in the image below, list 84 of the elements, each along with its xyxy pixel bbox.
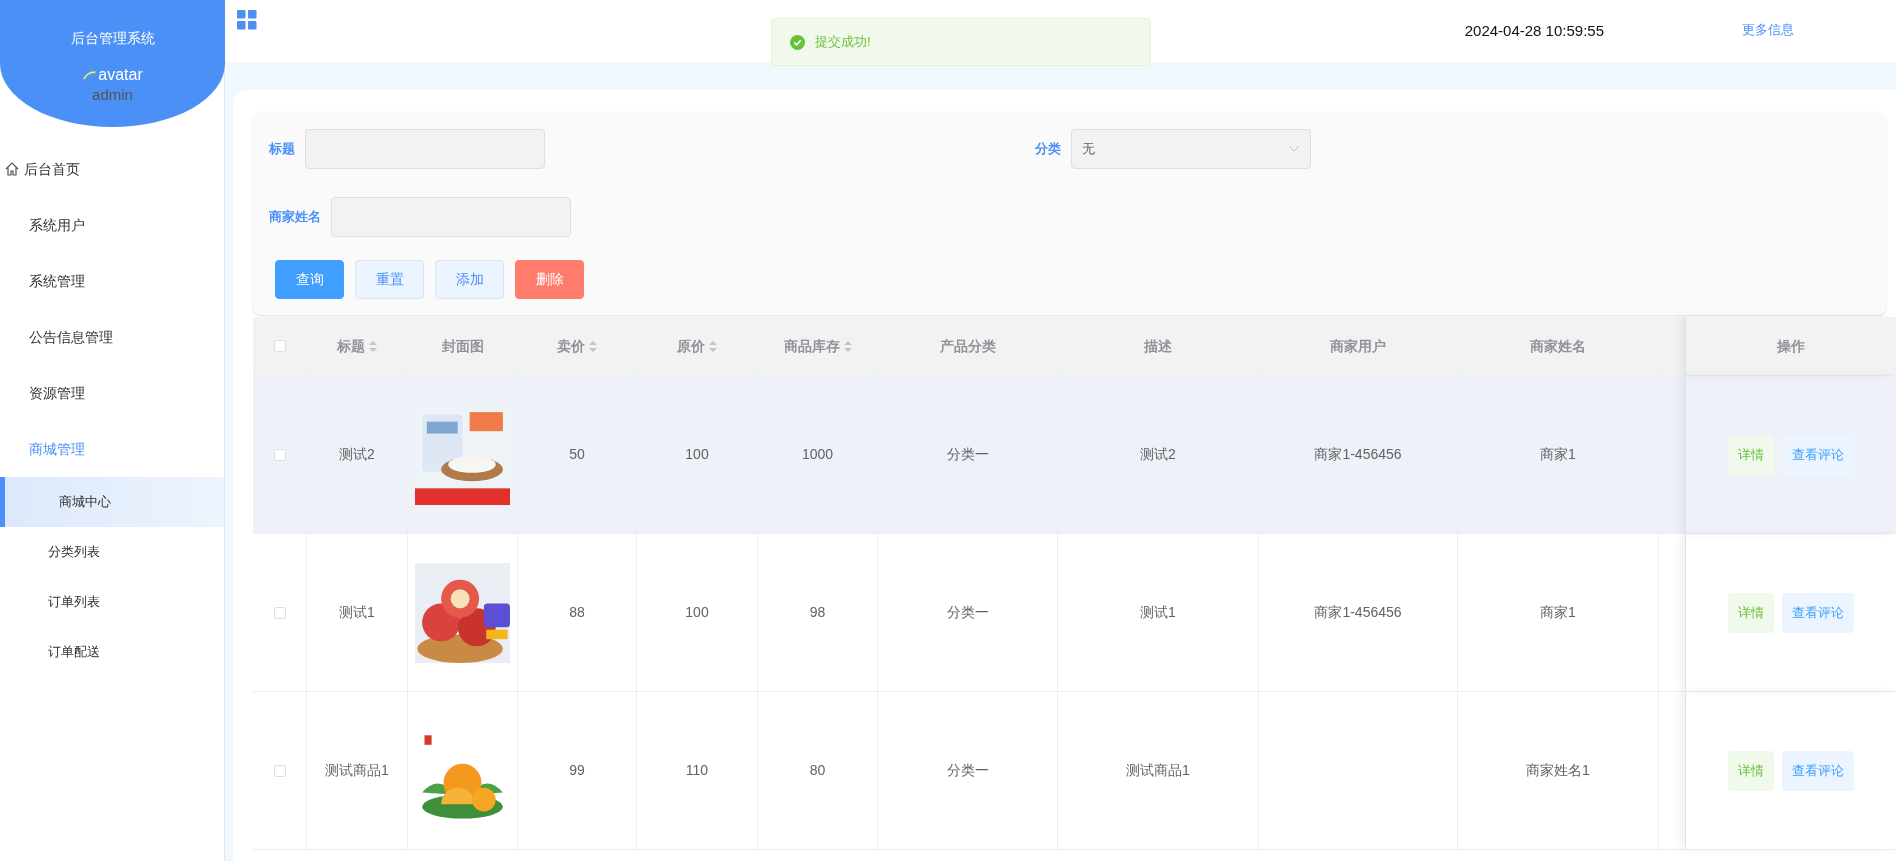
table-cell-text: 1000 [801,445,834,464]
filter-button[interactable]: 删除 [515,260,584,299]
column-header-label: 操作 [1776,336,1805,356]
table-cell-text: 分类一 [946,445,989,464]
checkbox[interactable] [273,448,286,461]
datetime: 2024-04-28 10:59:55 [1464,21,1604,41]
column-header[interactable]: 标题 [307,317,408,375]
column-header-label: 商家用户 [1330,336,1386,356]
table-row[interactable]: 测试2 50 100 1000 分类一 测试2 商家1-456456 商家1 详情 查看评论 [253,376,1896,534]
table-cell-text: 88 [569,603,585,622]
table-cell-text: 商家姓名1 [1526,761,1590,780]
table-cell-text: 99 [569,761,585,780]
table-row[interactable]: 测试1 88 100 98 分类一 测试1 商家1-456456 商家1 详情 查看评论 [253,534,1896,692]
table-cell-text: 98 [809,603,826,622]
details-button[interactable]: 详情 [1728,750,1774,791]
column-header-label: 商品库存 [783,336,840,356]
submenu-item[interactable]: 订单配送 [0,627,224,677]
filter-button[interactable]: 添加 [435,260,504,299]
checkbox[interactable] [273,606,286,619]
table-cell-text: 商家1 [1540,603,1576,622]
table-cell-text: 测试2 [1140,445,1176,464]
table-cell-text: 110 [685,761,709,780]
checkbox[interactable] [273,764,286,777]
sidebar-item[interactable]: 系统管理 [0,253,224,309]
sidebar-item[interactable]: 公告信息管理 [0,309,224,365]
column-header-label: 封面图 [441,336,484,356]
field-label: 商家姓名 [269,208,321,227]
table-cell-text: 100 [685,445,709,464]
table-cell-text: 50 [569,445,585,464]
table-cell-text: 商家1-456456 [1314,603,1402,622]
column-header-label: 标题 [337,336,365,356]
table-row[interactable]: 测试商品1 99 110 80 分类一 测试商品1 商家姓名1 详情 查看评论 [253,692,1896,850]
menu-icon[interactable] [237,10,257,30]
submenu-item[interactable]: 订单列表 [0,577,224,627]
avatar-alt-text: avatar [98,67,143,83]
sort-icon[interactable] [589,340,597,352]
sort-icon[interactable] [843,340,852,352]
reviews-button[interactable]: 查看评论 [1782,592,1854,633]
submenu-item[interactable]: 分类列表 [0,527,224,577]
sidebar-item[interactable]: 商城管理 [0,421,224,477]
table-cell-text: 测试1 [1140,603,1176,622]
table-cell-text: 测试1 [339,603,375,622]
app-title: 后台管理系统 [70,29,155,48]
sidebar-item[interactable]: 后台首页 [0,141,224,197]
toast-text: 提交成功! [815,33,871,52]
table-cell-text: 商家1 [1540,445,1576,464]
chevron-down-icon [1288,145,1300,153]
home-icon [4,161,20,177]
checkbox[interactable] [273,340,286,352]
more-info-link[interactable]: 更多信息 [1742,20,1794,40]
sidebar-item[interactable]: 资源管理 [0,365,224,421]
column-header[interactable]: 卖价 [518,317,637,375]
details-button[interactable]: 详情 [1728,434,1774,475]
column-header-label: 产品分类 [939,336,996,356]
column-header[interactable]: 商品库存 [758,317,878,375]
table-cell-text: 分类一 [946,603,989,622]
table-cell-text: 测试商品1 [325,761,389,780]
reviews-button[interactable]: 查看评论 [1782,434,1854,475]
field-label: 标题 [269,140,295,159]
column-header-label: 描述 [1144,336,1172,356]
table-cell-text: 商家1-456456 [1314,445,1402,464]
sort-icon[interactable] [709,340,717,352]
table-cell-text: 分类一 [946,761,989,780]
table-cell-text: 80 [809,761,826,780]
check-circle-icon [790,34,805,50]
table-cell-text: 测试商品1 [1126,761,1190,780]
table-cell-text: 测试2 [339,445,375,464]
table-cell-text: 100 [685,603,709,622]
filter-button[interactable]: 查询 [275,260,344,299]
column-header-label: 卖价 [557,336,585,356]
field-label: 分类 [1035,140,1061,159]
reviews-button[interactable]: 查看评论 [1782,750,1854,791]
username: admin [92,87,133,102]
column-header-label: 原价 [677,336,705,356]
filter-button[interactable]: 重置 [355,260,424,299]
input-field[interactable] [305,129,545,169]
sort-icon[interactable] [369,340,377,352]
category-select[interactable]: 无 [1071,129,1311,169]
sidebar-item[interactable]: 系统用户 [0,197,224,253]
column-header-label: 商家姓名 [1530,336,1586,356]
submenu-item[interactable]: 商城中心 [0,477,224,527]
column-header[interactable]: 原价 [637,317,758,375]
details-button[interactable]: 详情 [1728,592,1774,633]
input-field[interactable] [331,197,571,237]
